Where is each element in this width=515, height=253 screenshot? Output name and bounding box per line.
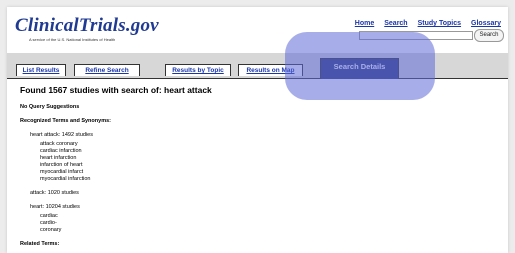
recognized-terms-label: Recognized Terms and Synonyms: xyxy=(20,118,111,124)
study-topics-link[interactable]: Study Topics xyxy=(418,20,461,27)
synonym-item: coronary xyxy=(40,227,62,233)
results-tab-bar: List Results Refine Search Results by To… xyxy=(7,53,508,79)
synonym-item: cardio- xyxy=(40,220,57,226)
search-details-content: Found 1567 studies with search of: heart… xyxy=(20,85,498,247)
synonym-item: cardiac xyxy=(40,213,58,219)
tab-results-on-map[interactable]: Results on Map xyxy=(238,64,303,76)
tab-search-details[interactable]: Search Details xyxy=(320,58,399,79)
synonym-item: cardiac infarction xyxy=(40,148,82,154)
synonym-item: infarction of heart xyxy=(40,162,83,168)
browser-page: ClinicalTrials.gov A service of the U.S.… xyxy=(7,7,508,253)
synonym-item: myocardial infarct xyxy=(40,169,84,175)
term-group-title: heart: 10204 studies xyxy=(30,204,80,210)
synonym-list: cardiac cardio- coronary xyxy=(40,213,498,234)
synonym-item: myocardial infarction xyxy=(40,176,91,182)
synonym-list: attack coronary cardiac infarction heart… xyxy=(40,141,498,183)
search-button[interactable]: Search xyxy=(474,29,504,42)
synonym-item: attack coronary xyxy=(40,141,78,147)
site-tagline: A service of the U.S. National Institute… xyxy=(29,37,116,42)
results-heading: Found 1567 studies with search of: heart… xyxy=(20,85,212,95)
site-logo[interactable]: ClinicalTrials.gov xyxy=(15,15,159,37)
no-query-suggestions: No Query Suggestions xyxy=(20,104,80,110)
synonym-item: heart infarction xyxy=(40,155,77,161)
term-group-title: heart attack: 1492 studies xyxy=(30,132,93,138)
search-link[interactable]: Search xyxy=(384,20,407,27)
glossary-link[interactable]: Glossary xyxy=(471,20,501,27)
search-input[interactable] xyxy=(359,31,473,40)
related-terms-label: Related Terms: xyxy=(20,241,60,247)
tab-refine-search[interactable]: Refine Search xyxy=(74,64,140,76)
home-link[interactable]: Home xyxy=(355,20,374,27)
tab-list-results[interactable]: List Results xyxy=(16,64,66,76)
tab-results-by-topic[interactable]: Results by Topic xyxy=(165,64,231,76)
top-nav: Home Search Study Topics Glossary xyxy=(355,20,501,27)
site-header: ClinicalTrials.gov A service of the U.S.… xyxy=(7,7,508,47)
term-group-title: attack: 1020 studies xyxy=(30,190,79,196)
